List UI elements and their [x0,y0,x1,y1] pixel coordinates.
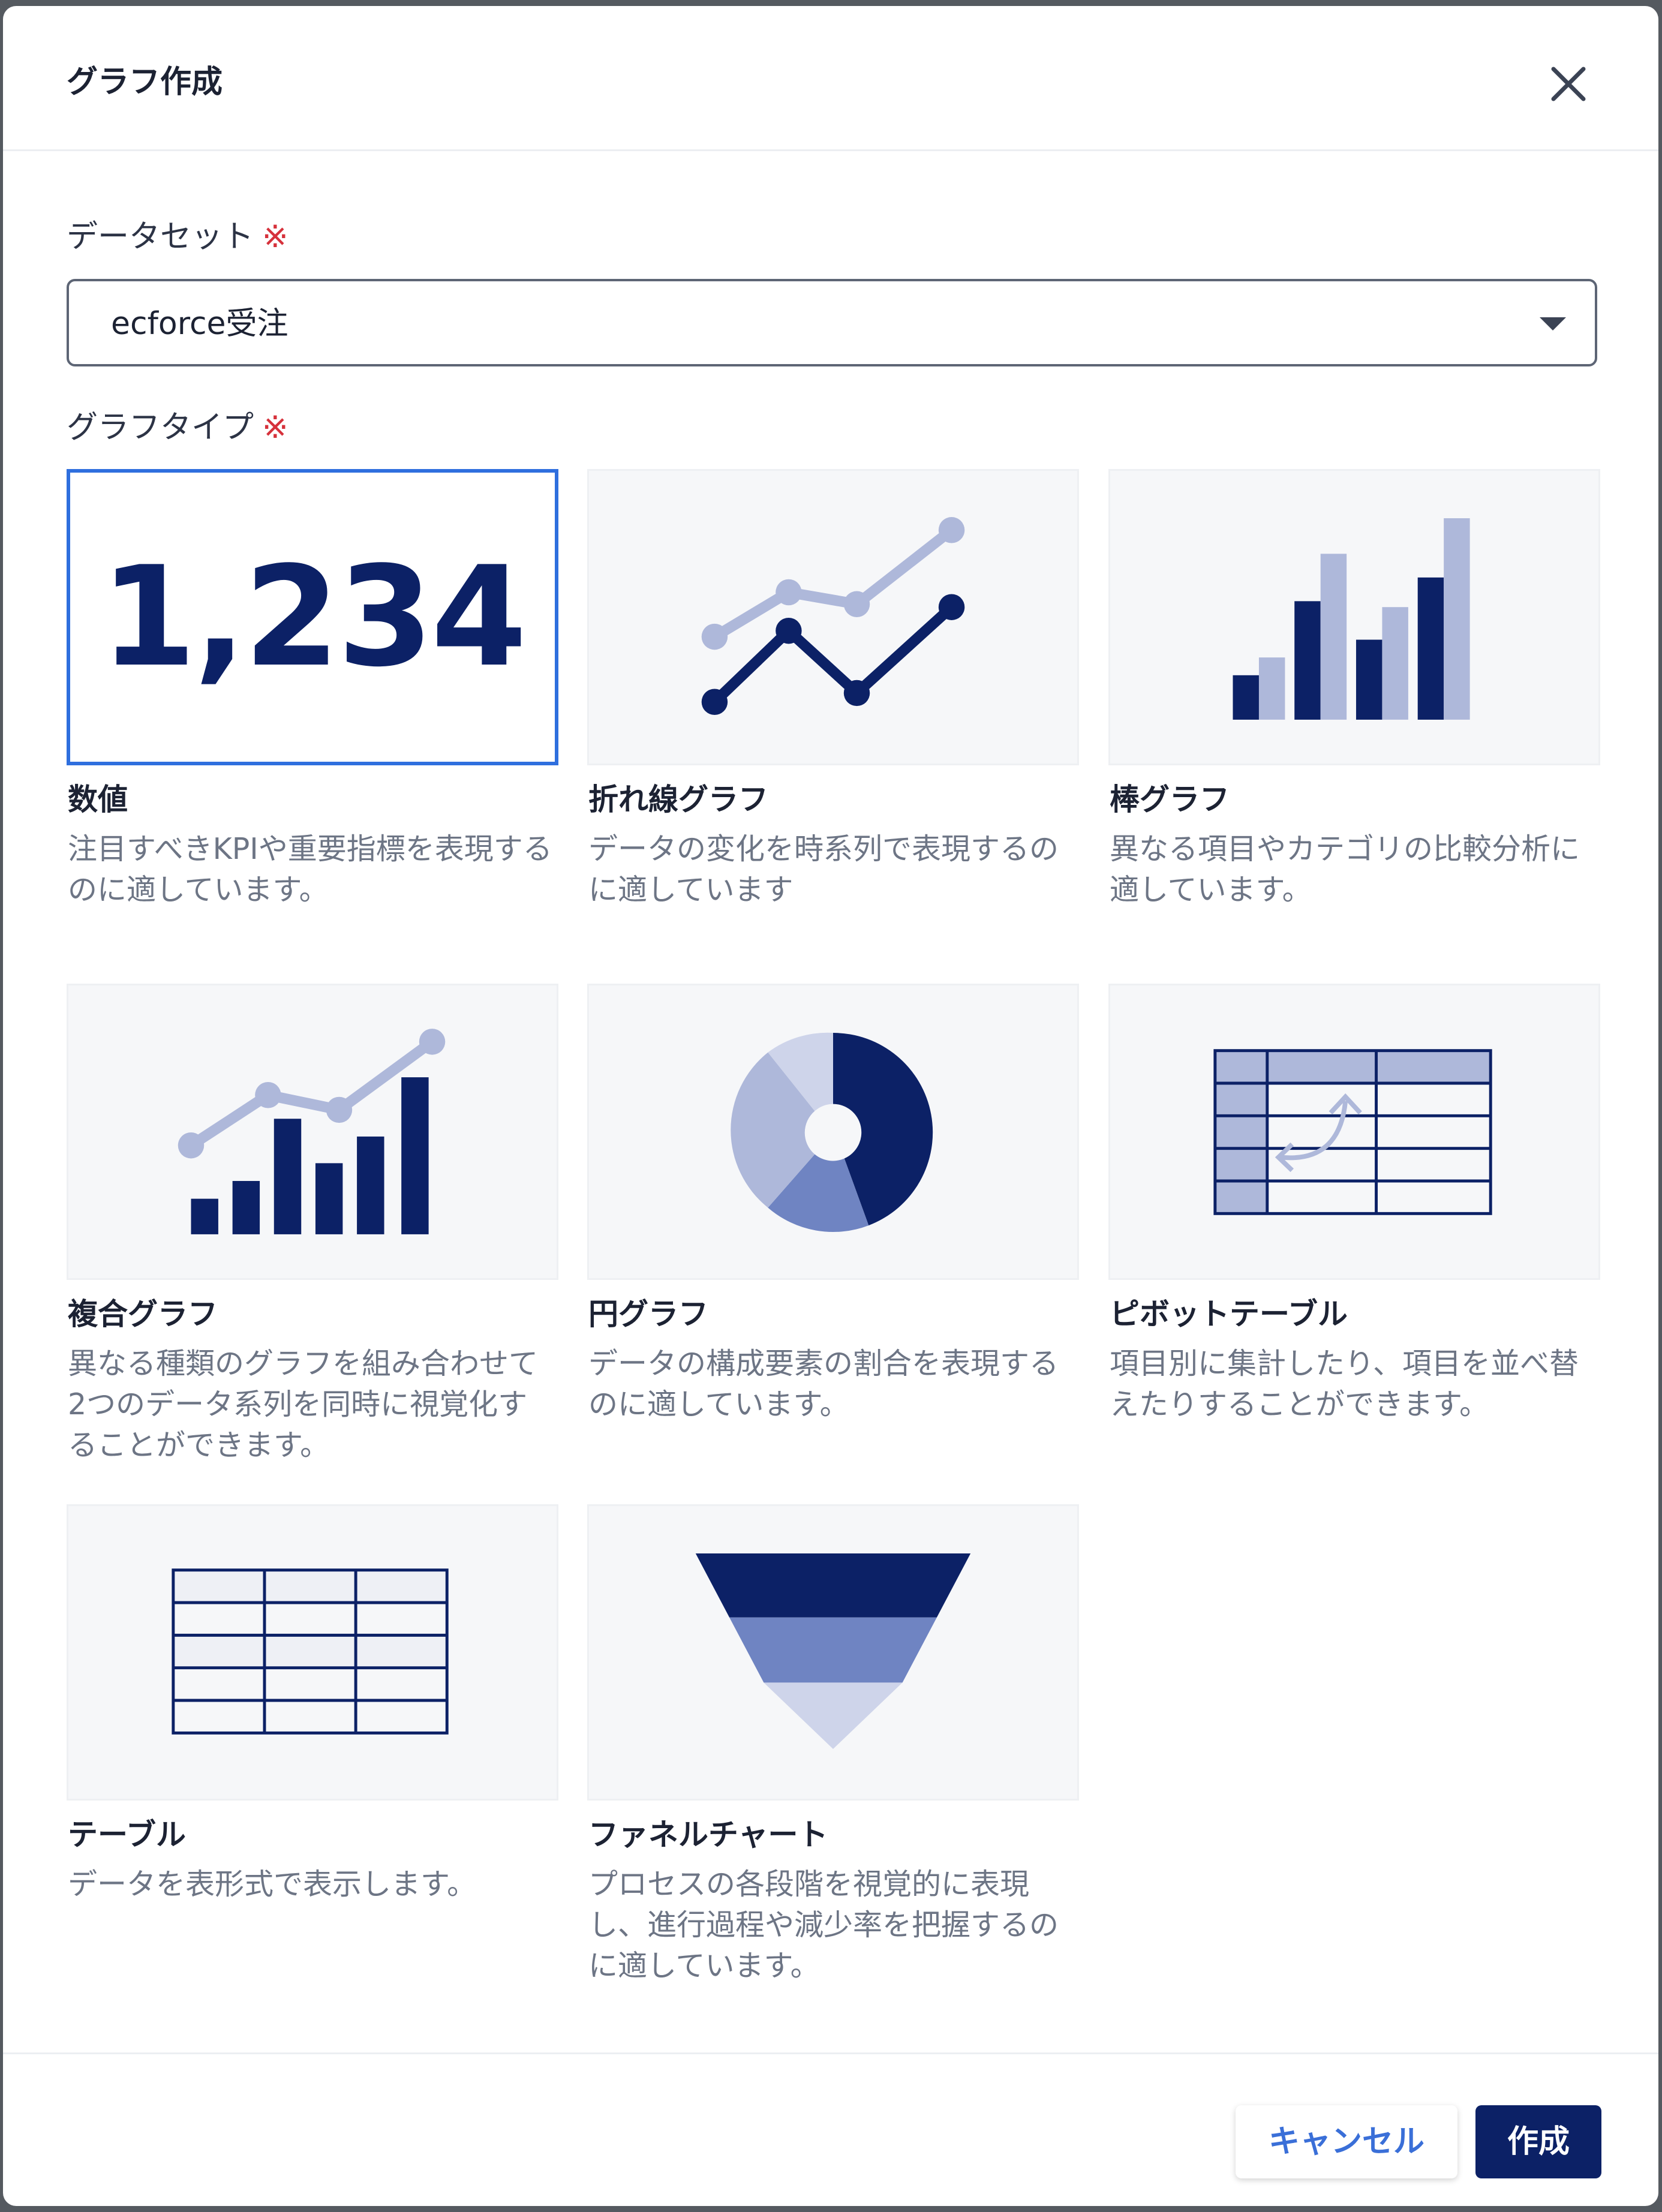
graph-type-name: 棒グラフ [1110,782,1230,817]
graph-type-name: 折れ線グラフ [588,782,768,817]
graph-type-description: データの構成要素の割合を表現するのに適しています。 [588,1347,1059,1421]
bar-chart-icon [1108,469,1600,765]
close-icon[interactable] [1541,57,1595,111]
dialog-header: グラフ作成 [3,6,1658,151]
graph-type-option-line[interactable]: 折れ線グラフ データの変化を時系列で表現するのに適しています [587,469,1079,961]
funnel-chart-icon [587,1504,1079,1801]
graph-type-description: データの変化を時系列で表現するのに適しています [588,832,1059,907]
dataset-required-mark: ※ [262,219,288,255]
dialog-footer: キャンセル 作成 [3,2052,1658,2206]
graph-type-option-funnel[interactable]: ファネルチャート プロセスの各段階を視覚的に表現し、進行過程や減少率を把握するの… [587,1504,1079,1996]
graph-type-label: グラフタイプ ※ [67,407,288,449]
graph-type-name: ピボットテーブル [1110,1297,1348,1332]
graph-type-description: 項目別に集計したり、項目を並べ替えたりすることができます。 [1110,1347,1579,1421]
dataset-label-text: データセット [67,219,254,255]
graph-type-name: 複合グラフ [68,1297,218,1332]
create-button[interactable]: 作成 [1475,2105,1601,2178]
chevron-down-icon [1540,317,1566,330]
create-graph-dialog: グラフ作成 データセット ※ ecforce受注 グラフタイプ ※ 1,234 数値… [3,6,1658,2206]
graph-type-description: データを表形式で表示します。 [68,1867,477,1901]
graph-type-option-pivot[interactable]: ピボットテーブル 項目別に集計したり、項目を並べ替えたりすることができます。 [1108,984,1600,1475]
graph-type-option-number[interactable]: 1,234 数値 注目すべきKPIや重要指標を表現するのに適しています。 [67,469,558,961]
pivot-table-icon [1108,984,1600,1280]
dataset-select[interactable]: ecforce受注 [67,279,1597,366]
dataset-select-value: ecforce受注 [111,306,288,342]
graph-type-name: ファネルチャート [588,1817,828,1852]
graph-type-option-combo[interactable]: 複合グラフ 異なる種類のグラフを組み合わせて2つのデータ系列を同時に視覚化するこ… [67,984,558,1475]
graph-type-name: テーブル [68,1817,186,1852]
dataset-label: データセット ※ [67,216,288,258]
dialog-title: グラフ作成 [67,64,223,100]
number-icon: 1,234 [67,469,558,765]
graph-type-option-bar[interactable]: 棒グラフ 異なる項目やカテゴリの比較分析に適しています。 [1108,469,1600,961]
sample-number: 1,234 [100,537,527,698]
graph-type-description: 異なる項目やカテゴリの比較分析に適しています。 [1110,832,1580,907]
graph-type-description: 異なる種類のグラフを組み合わせて2つのデータ系列を同時に視覚化することができます… [68,1347,539,1462]
line-chart-icon [587,469,1079,765]
graph-type-label-text: グラフタイプ [67,410,254,446]
graph-type-option-table[interactable]: テーブル データを表形式で表示します。 [67,1504,558,1996]
graph-type-required-mark: ※ [262,410,288,446]
graph-type-name: 数値 [68,782,128,817]
table-icon [67,1504,558,1801]
pie-chart-icon [587,984,1079,1280]
graph-type-description: 注目すべきKPIや重要指標を表現するのに適しています。 [68,832,552,907]
graph-type-description: プロセスの各段階を視覚的に表現し、進行過程や減少率を把握するのに適しています。 [588,1867,1059,1983]
graph-type-option-pie[interactable]: 円グラフ データの構成要素の割合を表現するのに適しています。 [587,984,1079,1475]
graph-type-name: 円グラフ [588,1297,708,1332]
cancel-button[interactable]: キャンセル [1236,2105,1457,2178]
combo-chart-icon [67,984,558,1280]
